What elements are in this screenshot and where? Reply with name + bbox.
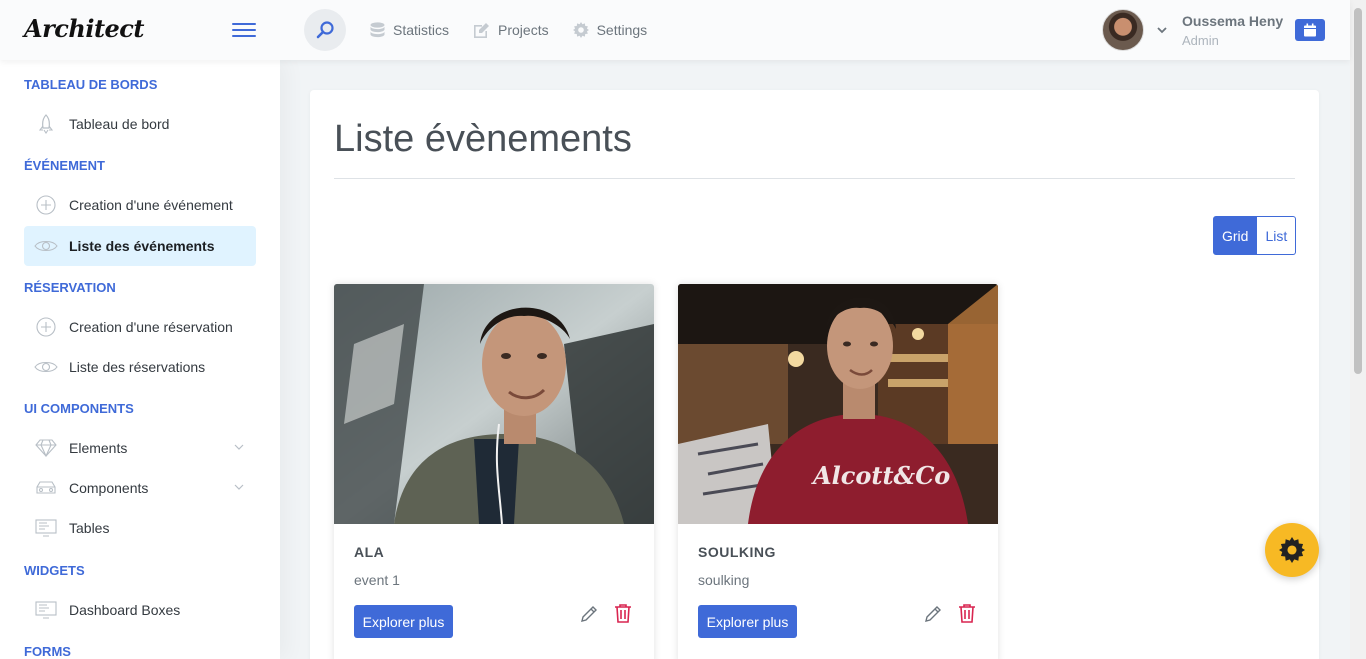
event-photo xyxy=(334,284,654,524)
calendar-button[interactable] xyxy=(1295,19,1325,41)
monitor-icon xyxy=(34,598,58,622)
chevron-down-icon[interactable] xyxy=(234,443,244,451)
plus-circle-icon xyxy=(34,193,58,217)
sidebar-item-label: Dashboard Boxes xyxy=(69,602,181,618)
gear-icon xyxy=(572,22,589,38)
explore-button[interactable]: Explorer plus xyxy=(698,605,797,638)
diamond-icon xyxy=(34,436,58,460)
chevron-down-icon[interactable] xyxy=(1156,24,1168,36)
search-icon xyxy=(316,21,334,39)
sidebar-item-tableau-de-bord[interactable]: Tableau de bord xyxy=(24,104,256,144)
pencil-icon[interactable] xyxy=(923,604,943,624)
trash-icon[interactable] xyxy=(614,603,632,623)
nav-projects-label: Projects xyxy=(498,22,549,38)
trash-icon[interactable] xyxy=(958,603,976,623)
sidebar-item-elements[interactable]: Elements xyxy=(24,428,256,468)
nav-settings[interactable]: Settings xyxy=(572,22,648,38)
sidebar-item-label: Tables xyxy=(69,520,110,536)
svg-text:Alcott&Co: Alcott&Co xyxy=(811,461,950,490)
section-reservation: RÉSERVATION xyxy=(24,280,116,295)
user-menu: Oussema Heny Admin xyxy=(1102,9,1283,51)
main-card: Liste évènements Grid List ALA event 1 E… xyxy=(310,90,1319,659)
page-title: Liste évènements xyxy=(334,118,632,160)
edit-icon xyxy=(474,23,490,38)
pencil-icon[interactable] xyxy=(579,604,599,624)
section-ui-components: UI COMPONENTS xyxy=(24,401,134,416)
sidebar: TABLEAU DE BORDS Tableau de bord ÉVÉNEME… xyxy=(0,60,280,659)
list-view-button[interactable]: List xyxy=(1257,216,1297,255)
event-description: soulking xyxy=(698,572,750,588)
sidebar-item-dashboard-boxes[interactable]: Dashboard Boxes xyxy=(24,590,256,630)
gear-icon xyxy=(1279,537,1305,563)
theme-settings-button[interactable] xyxy=(1265,523,1319,577)
sidebar-item-label: Elements xyxy=(69,440,128,456)
event-card: ALA event 1 Explorer plus xyxy=(334,284,654,659)
user-info: Oussema Heny Admin xyxy=(1182,13,1283,48)
section-evenement: ÉVÉNEMENT xyxy=(24,158,105,173)
section-forms: FORMS xyxy=(24,644,71,659)
sidebar-item-label: Liste des événements xyxy=(69,238,215,254)
grid-view-button[interactable]: Grid xyxy=(1213,216,1258,255)
event-name: SOULKING xyxy=(698,544,776,560)
app-header: Architect Statistics Projects Settings O… xyxy=(0,0,1350,60)
nav-statistics-label: Statistics xyxy=(393,22,450,38)
view-toggle: Grid List xyxy=(1213,216,1297,255)
search-button[interactable] xyxy=(304,9,346,51)
eye-icon xyxy=(34,355,58,379)
user-name: Oussema Heny xyxy=(1182,12,1284,29)
eye-icon xyxy=(34,234,58,258)
app-logo[interactable]: Architect xyxy=(24,14,145,43)
sidebar-item-liste-evenements[interactable]: Liste des événements xyxy=(24,226,256,266)
scrollbar-thumb[interactable] xyxy=(1354,8,1362,374)
section-tableau-de-bords: TABLEAU DE BORDS xyxy=(24,77,158,92)
event-photo: Alcott&Co xyxy=(678,284,998,524)
sidebar-item-label: Liste des réservations xyxy=(69,359,206,375)
sidebar-item-label: Creation d'une réservation xyxy=(69,319,233,335)
user-role: Admin xyxy=(1182,32,1219,48)
nav-settings-label: Settings xyxy=(596,22,648,38)
nav-statistics[interactable]: Statistics xyxy=(370,22,449,38)
section-widgets: WIDGETS xyxy=(24,563,85,578)
menu-toggle-icon[interactable] xyxy=(232,23,256,37)
calendar-icon xyxy=(1304,23,1316,37)
top-nav: Statistics Projects Settings xyxy=(370,0,647,60)
monitor-icon xyxy=(34,516,58,540)
page-scrollbar[interactable] xyxy=(1350,0,1366,659)
divider xyxy=(334,178,1295,179)
sidebar-item-liste-reservations[interactable]: Liste des réservations xyxy=(24,347,256,387)
event-name: ALA xyxy=(354,544,385,560)
sidebar-item-tables[interactable]: Tables xyxy=(24,508,256,548)
avatar[interactable] xyxy=(1102,9,1144,51)
event-card: Alcott&Co SOULKING soulking Explorer plu… xyxy=(678,284,998,659)
nav-projects[interactable]: Projects xyxy=(473,22,549,38)
sidebar-item-label: Creation d'une événement xyxy=(69,197,233,213)
car-icon xyxy=(34,476,58,500)
sidebar-item-creation-evenement[interactable]: Creation d'une événement xyxy=(24,185,256,225)
rocket-icon xyxy=(34,112,58,136)
sidebar-item-label: Components xyxy=(69,480,149,496)
sidebar-item-label: Tableau de bord xyxy=(69,116,170,132)
event-description: event 1 xyxy=(354,572,400,588)
sidebar-item-components[interactable]: Components xyxy=(24,468,256,508)
plus-circle-icon xyxy=(34,315,58,339)
sidebar-item-creation-reservation[interactable]: Creation d'une réservation xyxy=(24,307,256,347)
chevron-down-icon[interactable] xyxy=(234,483,244,491)
explore-button[interactable]: Explorer plus xyxy=(354,605,453,638)
database-icon xyxy=(370,22,385,38)
